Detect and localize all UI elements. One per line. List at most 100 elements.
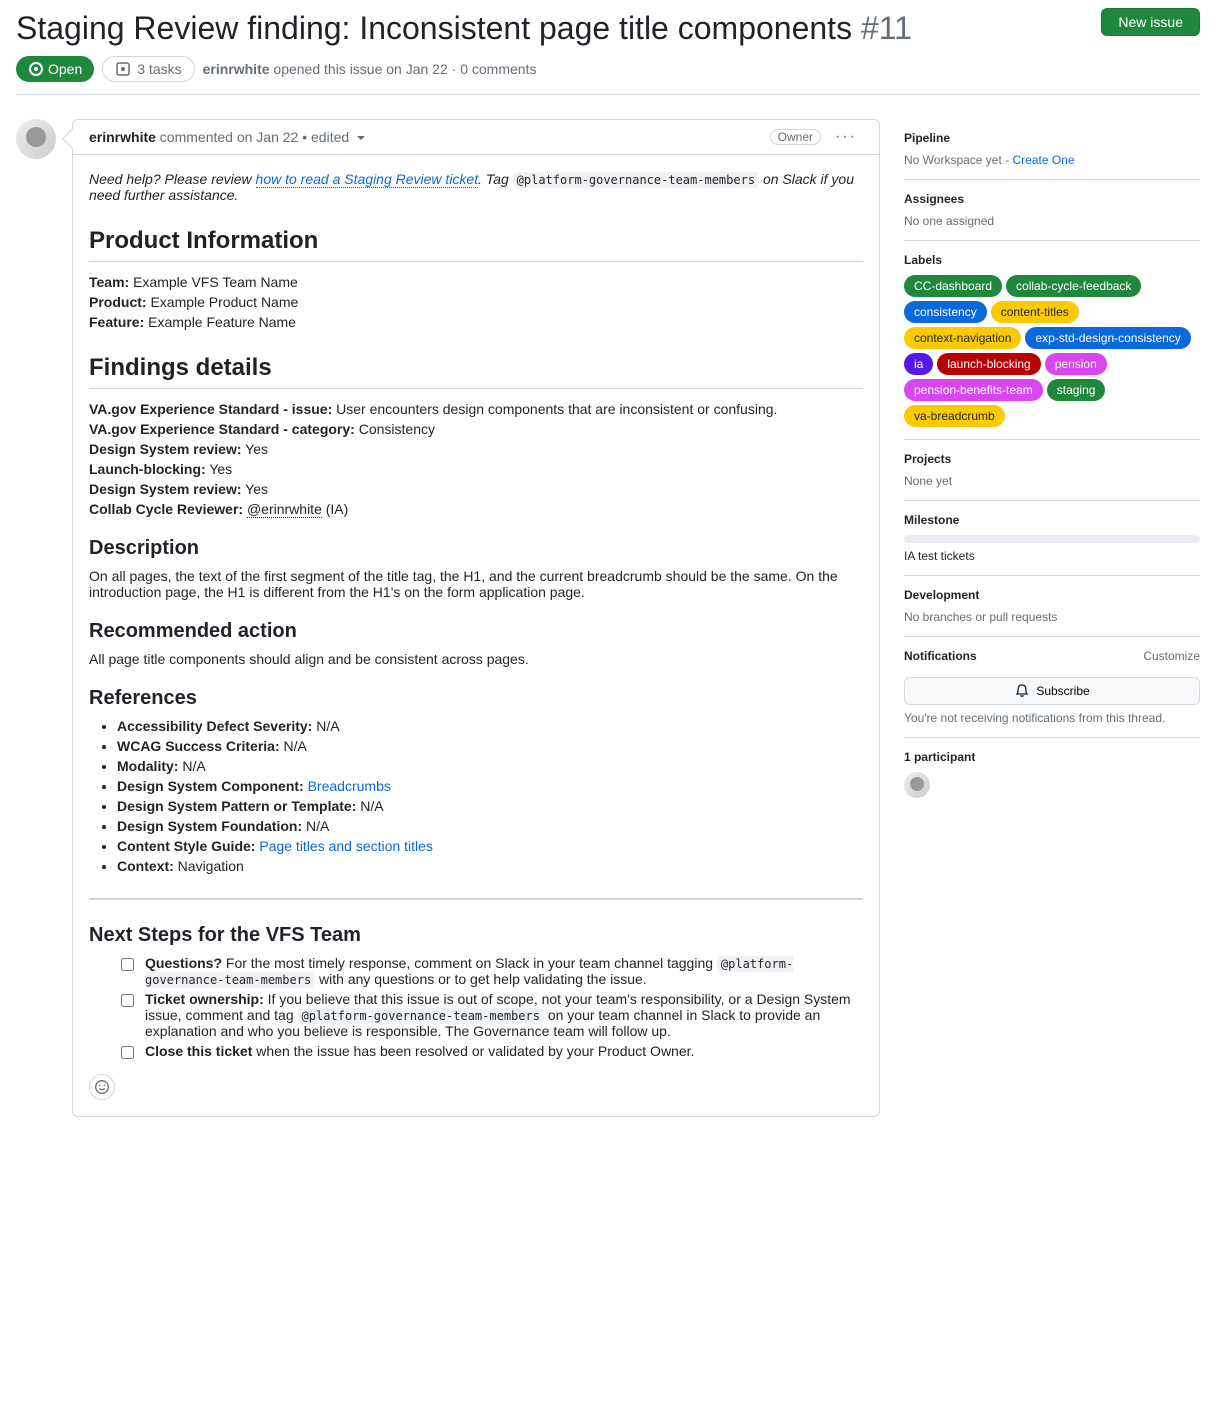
fd-dsr-value: Yes xyxy=(245,441,268,457)
label-pill[interactable]: exp-std-design-consistency xyxy=(1025,327,1190,349)
fd-rev-suffix: (IA) xyxy=(322,501,348,517)
feature-label: Feature: xyxy=(89,314,144,330)
ref-pattern-label: Design System Pattern or Template: xyxy=(117,798,356,814)
task-item: Questions? For the most timely response,… xyxy=(117,955,863,987)
sidebar-milestone-title[interactable]: Milestone xyxy=(904,513,1200,527)
heading-product-info: Product Information xyxy=(89,227,863,262)
issue-state-open: Open xyxy=(16,56,94,82)
recommended-text: All page title components should align a… xyxy=(89,651,863,667)
notifications-status-text: You're not receiving notifications from … xyxy=(904,711,1200,725)
notifications-customize-link[interactable]: Customize xyxy=(1143,649,1200,663)
label-pill[interactable]: context-navigation xyxy=(904,327,1021,349)
comment-actions-menu[interactable]: ··· xyxy=(829,128,863,146)
ref-a11y-value: N/A xyxy=(316,718,339,734)
comment-header: erinrwhite commented on Jan 22 • edited … xyxy=(73,120,879,155)
label-pill[interactable]: ia xyxy=(904,353,933,375)
milestone-progress-bar xyxy=(904,535,1200,543)
mention-code: @platform-governance-team-members xyxy=(513,172,759,188)
task-item: Close this ticket when the issue has bee… xyxy=(117,1043,863,1062)
ref-csg-link[interactable]: Page titles and section titles xyxy=(259,838,433,854)
label-pill[interactable]: launch-blocking xyxy=(937,353,1040,375)
label-pill[interactable]: CC-dashboard xyxy=(904,275,1002,297)
tasks-pill[interactable]: 3 tasks xyxy=(102,56,194,82)
fd-dsr2-value: Yes xyxy=(245,481,268,497)
product-label: Product: xyxy=(89,294,147,310)
heading-description: Description xyxy=(89,537,863,560)
task-item: Ticket ownership: If you believe that th… xyxy=(117,991,863,1039)
heading-findings: Findings details xyxy=(89,354,863,389)
task1-bold: Questions? xyxy=(145,955,222,971)
fd-rev-mention[interactable]: @erinrwhite xyxy=(247,501,322,518)
ref-wcag-value: N/A xyxy=(284,738,307,754)
task3-bold: Close this ticket xyxy=(145,1043,252,1059)
ref-context-label: Context: xyxy=(117,858,174,874)
fd-lb-label: Launch-blocking: xyxy=(89,461,206,477)
heading-recommended: Recommended action xyxy=(89,620,863,643)
role-badge: Owner xyxy=(770,129,821,145)
subscribe-label: Subscribe xyxy=(1036,684,1089,698)
task-list: Questions? For the most timely response,… xyxy=(89,955,863,1062)
bell-icon xyxy=(1014,683,1030,699)
issue-opener-author[interactable]: erinrwhite xyxy=(203,61,270,77)
task-checkbox[interactable] xyxy=(121,1046,134,1059)
sidebar-assignees-title[interactable]: Assignees xyxy=(904,192,1200,206)
fd-dsr2-label: Design System review: xyxy=(89,481,242,497)
ref-wcag-label: WCAG Success Criteria: xyxy=(117,738,280,754)
sidebar-pipeline-title: Pipeline xyxy=(904,131,1200,145)
label-pill[interactable]: collab-cycle-feedback xyxy=(1006,275,1141,297)
author-avatar[interactable] xyxy=(16,119,56,159)
task-checkbox[interactable] xyxy=(121,994,134,1007)
sidebar-labels-title[interactable]: Labels xyxy=(904,253,1200,267)
sidebar-development-title[interactable]: Development xyxy=(904,588,1200,602)
sidebar-projects-title[interactable]: Projects xyxy=(904,452,1200,466)
ref-modality-value: N/A xyxy=(182,758,205,774)
issue-open-icon xyxy=(28,61,44,77)
new-issue-button[interactable]: New issue xyxy=(1101,8,1200,36)
sidebar-milestone-content[interactable]: IA test tickets xyxy=(904,549,1200,563)
sidebar-assignees-content: No one assigned xyxy=(904,214,1200,228)
sidebar: Pipeline No Workspace yet - Create One A… xyxy=(904,119,1200,813)
label-pill[interactable]: content-titles xyxy=(991,301,1079,323)
fd-dsr-label: Design System review: xyxy=(89,441,242,457)
ref-foundation-label: Design System Foundation: xyxy=(117,818,302,834)
fd-issue-label: VA.gov Experience Standard - issue: xyxy=(89,401,332,417)
issue-meta-row: Open 3 tasks erinrwhite opened this issu… xyxy=(16,56,1200,95)
label-pill[interactable]: pension-benefits-team xyxy=(904,379,1043,401)
help-hint: Need help? Please review how to read a S… xyxy=(89,171,863,203)
issue-state-label: Open xyxy=(48,61,82,77)
comment-author[interactable]: erinrwhite xyxy=(89,129,156,145)
label-pill[interactable]: staging xyxy=(1047,379,1106,401)
subscribe-button[interactable]: Subscribe xyxy=(904,677,1200,705)
comment-meta: commented on Jan 22 • edited xyxy=(160,129,349,145)
staging-review-help-link[interactable]: how to read a Staging Review ticket xyxy=(256,171,479,188)
tasklist-icon xyxy=(115,61,131,77)
pipeline-text: No Workspace yet - xyxy=(904,153,1012,167)
ref-pattern-value: N/A xyxy=(360,798,383,814)
product-value: Example Product Name xyxy=(150,294,298,310)
edited-dropdown[interactable] xyxy=(353,129,365,145)
participant-avatar[interactable] xyxy=(904,772,930,798)
add-reaction-button[interactable] xyxy=(89,1074,115,1100)
sidebar-projects-content: None yet xyxy=(904,474,1200,488)
smiley-icon xyxy=(94,1079,110,1095)
sidebar-pipeline-content: No Workspace yet - Create One xyxy=(904,153,1200,167)
fd-rev-label: Collab Cycle Reviewer: xyxy=(89,501,243,517)
divider xyxy=(89,898,863,900)
task-checkbox[interactable] xyxy=(121,958,134,971)
fd-cat-value: Consistency xyxy=(359,421,435,437)
reaction-bar xyxy=(89,1074,863,1100)
notifications-title-text: Notifications xyxy=(904,649,977,663)
sidebar-participants-title: 1 participant xyxy=(904,750,1200,764)
label-pill[interactable]: va-breadcrumb xyxy=(904,405,1005,427)
team-value: Example VFS Team Name xyxy=(133,274,298,290)
references-list: Accessibility Defect Severity: N/A WCAG … xyxy=(89,718,863,874)
issue-title: Staging Review finding: Inconsistent pag… xyxy=(16,8,912,48)
label-pill[interactable]: pension xyxy=(1045,353,1107,375)
ref-context-value: Navigation xyxy=(178,858,244,874)
ref-component-label: Design System Component: xyxy=(117,778,304,794)
pipeline-create-link[interactable]: Create One xyxy=(1012,153,1074,167)
label-pill[interactable]: consistency xyxy=(904,301,987,323)
issue-title-text: Staging Review finding: Inconsistent pag… xyxy=(16,10,852,46)
heading-references: References xyxy=(89,687,863,710)
ref-component-link[interactable]: Breadcrumbs xyxy=(308,778,391,794)
